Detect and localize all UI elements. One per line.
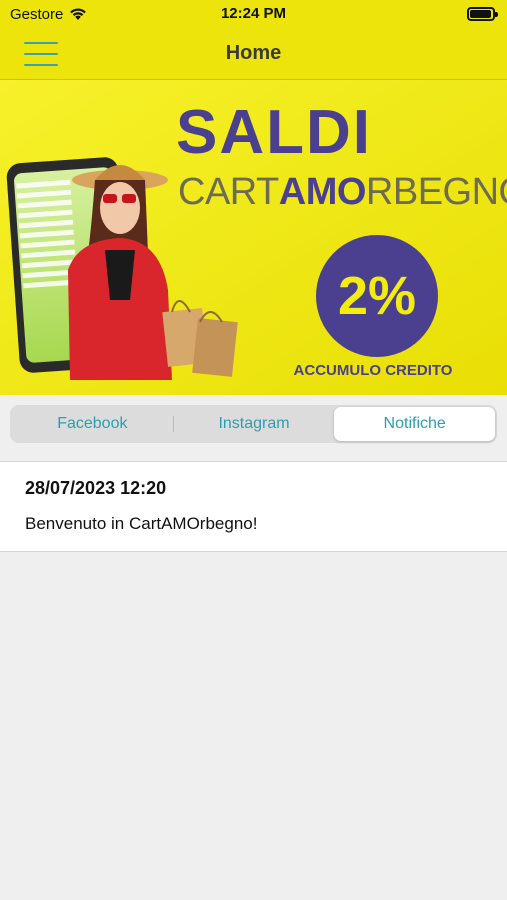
battery-icon (467, 7, 498, 21)
navigation-bar: Home (0, 28, 507, 80)
banner-brand-part2: AMO (279, 171, 366, 213)
tab-instagram[interactable]: Instagram (174, 407, 335, 441)
tab-facebook[interactable]: Facebook (12, 407, 173, 441)
notification-date: 28/07/2023 12:20 (25, 478, 167, 498)
wifi-icon (70, 8, 87, 20)
banner-brand-part1: CART (178, 171, 279, 213)
banner-headline: SALDI (176, 98, 372, 167)
credit-badge-value: 2% (338, 266, 416, 326)
menu-line (24, 42, 58, 44)
menu-line (24, 64, 58, 66)
hamburger-menu-icon[interactable] (24, 42, 58, 66)
tab-notifiche[interactable]: Notifiche (334, 407, 496, 441)
page-title: Home (225, 42, 282, 64)
promo-banner[interactable]: SALDI CARTAMORBEGNO 2% ACCUMULO CREDITO (0, 80, 507, 395)
menu-line (24, 53, 58, 55)
notification-item[interactable]: 28/07/2023 12:20 Benvenuto in CartAMOrbe… (0, 461, 507, 552)
status-left: Gestore (10, 6, 87, 23)
promo-banner-art: SALDI CARTAMORBEGNO 2% ACCUMULO CREDITO (0, 80, 507, 395)
status-bar: Gestore 12:24 PM (0, 0, 507, 28)
carrier-label: Gestore (10, 5, 64, 23)
segmented-control: Facebook Instagram Notifiche (10, 405, 497, 443)
banner-brand-part3: RBEGNO (366, 171, 507, 213)
banner-brand: CARTAMORBEGNO (178, 171, 507, 213)
credit-caption: ACCUMULO CREDITO (294, 362, 453, 379)
notification-message: Benvenuto in CartAMOrbegno! (25, 514, 258, 533)
battery-level (470, 10, 491, 18)
